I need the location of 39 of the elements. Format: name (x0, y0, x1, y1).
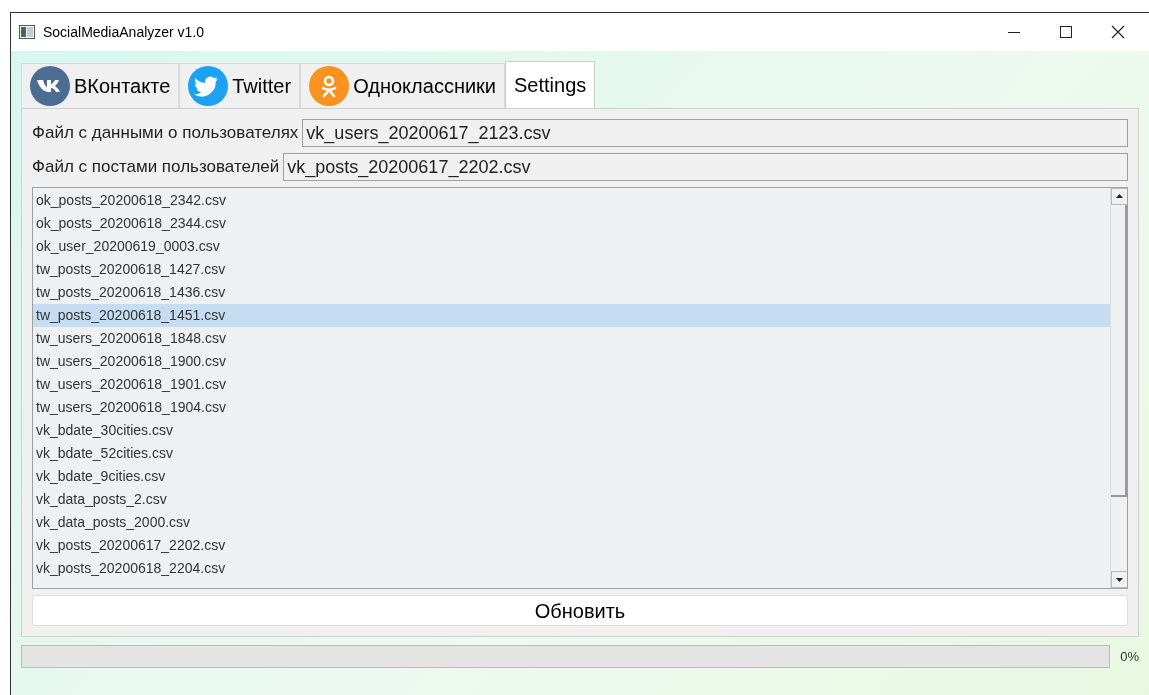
file-field[interactable]: vk_users_20200617_2123.csv (302, 119, 1128, 147)
tab[interactable]: Twitter (179, 63, 301, 108)
file-list-item[interactable]: vk_bdate_9cities.csv (33, 465, 1110, 488)
file-list-item[interactable]: tw_users_20200618_1848.csv (33, 327, 1110, 350)
file-list-item[interactable]: ok_posts_20200618_2342.csv (33, 189, 1110, 212)
file-list-item[interactable]: tw_users_20200618_1901.csv (33, 373, 1110, 396)
tab[interactable]: Settings (505, 61, 596, 108)
file-list-item[interactable]: tw_users_20200618_1900.csv (33, 350, 1110, 373)
maximize-icon (1060, 26, 1072, 38)
vk-logo-icon (30, 66, 70, 106)
file-list-item[interactable]: vk_data_posts_2000.csv (33, 511, 1110, 534)
file-list-item[interactable]: tw_posts_20200618_1436.csv (33, 281, 1110, 304)
progress-percent: 0% (1120, 647, 1139, 666)
scrollbar[interactable] (1110, 188, 1127, 588)
file-list-item[interactable]: vk_bdate_52cities.csv (33, 442, 1110, 465)
app-icon (19, 25, 35, 39)
bird-logo-icon (188, 66, 229, 106)
ok-logo-icon (309, 66, 350, 106)
file-list-item[interactable]: vk_bdate_30cities.csv (33, 419, 1110, 442)
window-title: SocialMediaAnalyzer v1.0 (43, 22, 205, 42)
close-icon (1111, 25, 1125, 39)
tab[interactable]: Одноклассники (300, 63, 506, 108)
file-list-item[interactable]: vk_posts_20200617_2202.csv (33, 534, 1110, 557)
scroll-down-icon[interactable] (1111, 571, 1127, 588)
tab[interactable]: ВКонтакте (21, 63, 180, 108)
field-label: Файл с данными о пользователях (32, 122, 299, 145)
scrollbar-thumb[interactable] (1111, 205, 1127, 497)
file-list-item[interactable]: tw_posts_20200618_1427.csv (33, 258, 1110, 281)
refresh-button[interactable]: Обновить (32, 595, 1128, 626)
file-list-item[interactable]: vk_posts_20200618_2204.csv (33, 557, 1110, 580)
file-list-item[interactable]: ok_posts_20200618_2344.csv (33, 212, 1110, 235)
file-list-item[interactable]: vk_data_posts_2.csv (33, 488, 1110, 511)
scroll-up-icon[interactable] (1111, 188, 1127, 205)
field-label: Файл с постами пользователей (32, 156, 280, 179)
file-list-item[interactable]: ok_user_20200619_0003.csv (33, 235, 1110, 258)
file-field[interactable]: vk_posts_20200617_2202.csv (283, 153, 1128, 181)
file-list-item[interactable]: tw_posts_20200618_1451.csv (33, 304, 1110, 327)
file-list-item[interactable]: tw_users_20200618_1904.csv (33, 396, 1110, 419)
minimize-icon (1008, 31, 1020, 33)
